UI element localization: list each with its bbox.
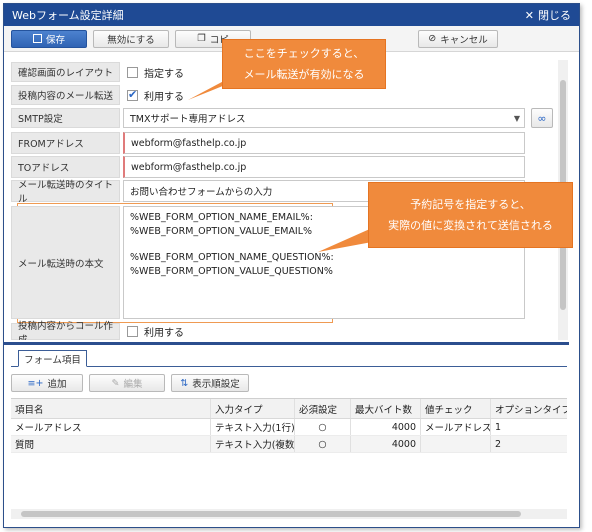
- column-header[interactable]: 値チェック: [421, 399, 491, 418]
- table-cell: 質問: [11, 436, 211, 452]
- pencil-icon: ✎: [111, 377, 120, 389]
- order-label: 表示順設定: [192, 379, 240, 390]
- callout-text: メール転送が有効になる: [243, 68, 365, 81]
- from-field[interactable]: webform@fasthelp.co.jp: [123, 132, 525, 154]
- window-title: Webフォーム設定詳細: [12, 9, 124, 22]
- edit-label: 編集: [123, 379, 143, 390]
- mail-forward-label: 投稿内容のメール転送: [11, 85, 120, 105]
- callout-mail-forward: ここをチェックすると、 メール転送が有効になる: [222, 39, 386, 89]
- table-cell: テキスト入力(複数行): [211, 436, 295, 452]
- cancel-label: キャンセル: [440, 34, 488, 46]
- table-cell: 4000: [351, 419, 421, 435]
- confirm-layout-checkbox[interactable]: 指定する: [127, 62, 184, 82]
- callout-text: 実際の値に変換されて送信される: [388, 219, 553, 232]
- table-cell: [421, 436, 491, 452]
- table-header: 項目名 入力タイプ 必須設定 最大バイト数 値チェック オプションタイプ: [11, 399, 567, 419]
- table-cell: 4000: [351, 436, 421, 452]
- table-row[interactable]: 質問 テキスト入力(複数行) ○ 4000 2: [11, 436, 567, 453]
- call-create-check-label: 利用する: [144, 328, 184, 339]
- tab-bar: フォーム項目: [11, 349, 567, 367]
- splitter[interactable]: [3, 342, 569, 345]
- table-scrollbar[interactable]: [11, 509, 567, 519]
- edit-item-button[interactable]: ✎ 編集: [89, 374, 165, 392]
- confirm-layout-check-label: 指定する: [144, 68, 184, 80]
- save-label: 保存: [45, 34, 65, 46]
- call-create-checkbox[interactable]: 利用する: [127, 323, 184, 340]
- item-toolbar: ≡+ 追加 ✎ 編集 ⇅ 表示順設定: [11, 372, 567, 394]
- chevron-down-icon: ▼: [513, 113, 520, 123]
- title-bar: Webフォーム設定詳細 ✕ 閉じる: [4, 4, 579, 26]
- cancel-button[interactable]: ⊘ キャンセル: [418, 29, 498, 48]
- callout-text: 予約記号を指定すると、: [410, 198, 531, 211]
- column-header[interactable]: 必須設定: [295, 399, 351, 418]
- add-icon: ≡+: [27, 377, 44, 389]
- body-label: メール転送時の本文: [11, 206, 120, 319]
- table-cell: 1: [495, 421, 502, 433]
- table-cell: ○: [295, 419, 351, 435]
- glasses-icon: ∞: [537, 111, 547, 125]
- add-label: 追加: [47, 379, 67, 390]
- mail-forward-checkbox[interactable]: 利用する: [127, 85, 184, 105]
- items-table: 項目名 入力タイプ 必須設定 最大バイト数 値チェック オプションタイプ メール…: [11, 398, 567, 508]
- callout-reserved-symbols: 予約記号を指定すると、 実際の値に変換されて送信される: [368, 182, 573, 248]
- body-line: %WEB_FORM_OPTION_NAME_QUESTION%:: [130, 252, 334, 263]
- table-row[interactable]: メールアドレス テキスト入力(1行) ○ 4000 メールアドレス 1: [11, 419, 567, 436]
- smtp-label: SMTP設定: [11, 108, 120, 128]
- close-icon: ✕: [524, 8, 534, 22]
- save-button[interactable]: 保存: [11, 29, 87, 48]
- column-header[interactable]: 項目名: [11, 399, 211, 418]
- disable-button[interactable]: 無効にする: [93, 29, 169, 48]
- column-header[interactable]: 入力タイプ: [211, 399, 295, 418]
- callout-text: ここをチェックすると、: [243, 47, 365, 60]
- checkbox-checked-icon: [127, 88, 138, 101]
- mail-forward-check-label: 利用する: [144, 91, 184, 103]
- checkbox-icon: [127, 326, 138, 337]
- table-cell: ○: [295, 436, 351, 452]
- smtp-detail-button[interactable]: ∞: [531, 108, 553, 128]
- smtp-value: TMXサポート専用アドレス: [130, 114, 246, 125]
- close-label: 閉じる: [538, 9, 571, 22]
- table-cell: メールアドレス: [11, 419, 211, 435]
- to-label: TOアドレス: [11, 156, 120, 178]
- tab-form-items[interactable]: フォーム項目: [18, 350, 87, 367]
- save-icon: [32, 34, 42, 43]
- body-line: %WEB_FORM_OPTION_VALUE_QUESTION%: [130, 265, 333, 277]
- confirm-layout-label: 確認画面のレイアウト: [11, 62, 120, 82]
- cancel-icon: ⊘: [428, 33, 437, 44]
- sort-icon: ⇅: [180, 377, 189, 389]
- body-line: %WEB_FORM_OPTION_NAME_EMAIL%:: [130, 212, 313, 223]
- call-create-label: 投稿内容からコール作成: [11, 321, 120, 340]
- add-item-button[interactable]: ≡+ 追加: [11, 374, 83, 392]
- column-header[interactable]: オプションタイプ: [491, 399, 567, 418]
- smtp-select[interactable]: TMXサポート専用アドレス ▼: [123, 108, 525, 128]
- table-cell: メールアドレス: [421, 419, 491, 435]
- disable-label: 無効にする: [107, 34, 155, 46]
- close-button[interactable]: ✕ 閉じる: [525, 7, 571, 23]
- from-label: FROMアドレス: [11, 132, 120, 154]
- to-field[interactable]: webform@fasthelp.co.jp: [123, 156, 525, 178]
- order-button[interactable]: ⇅ 表示順設定: [171, 374, 249, 392]
- copy-icon: ❐: [197, 33, 206, 44]
- subject-label: メール転送時のタイトル: [11, 180, 120, 205]
- table-cell: 2: [495, 438, 502, 450]
- table-cell: テキスト入力(1行): [211, 419, 295, 435]
- scrollbar-thumb[interactable]: [21, 511, 521, 517]
- checkbox-icon: [127, 66, 138, 78]
- body-line: %WEB_FORM_OPTION_VALUE_EMAIL%: [130, 225, 313, 237]
- column-header[interactable]: 最大バイト数: [351, 399, 421, 418]
